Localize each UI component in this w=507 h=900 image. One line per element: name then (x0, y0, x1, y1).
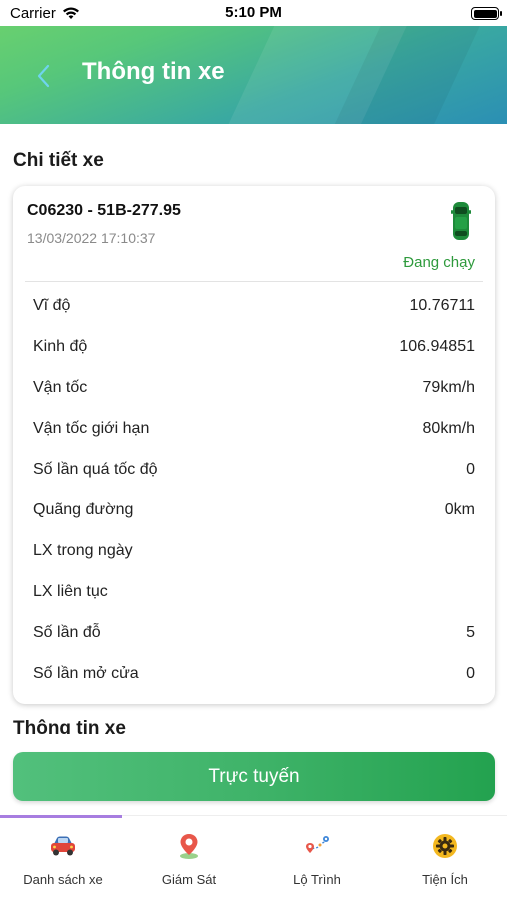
list-item: Vận tốc 79km/h (13, 368, 495, 409)
online-button-wrap: Trực tuyến (13, 752, 495, 801)
status-bar: Carrier 5:10 PM (0, 0, 507, 26)
row-value: 0 (466, 664, 475, 682)
status-time: 5:10 PM (225, 4, 282, 21)
list-item: Quãng đường 0km (13, 490, 495, 531)
tab-utilities[interactable]: Tiện Ích (382, 832, 507, 887)
list-item: Vận tốc giới hạn 80km/h (13, 408, 495, 449)
list-item: Vĩ độ 10.76711 (13, 286, 495, 327)
row-value: 106.94851 (399, 338, 475, 356)
row-value: 5 (466, 623, 475, 641)
chevron-left-icon (37, 64, 50, 88)
row-label: LX liên tục (33, 582, 108, 600)
row-value: 80km/h (422, 419, 475, 437)
list-item: LX trong ngày (13, 531, 495, 572)
tab-vehicle-list[interactable]: Danh sách xe (0, 832, 126, 887)
back-button[interactable] (30, 56, 60, 96)
gear-icon (433, 834, 457, 858)
row-value: 0 (466, 460, 475, 478)
row-label: Số lần quá tốc độ (33, 460, 158, 478)
section-title-info: Thông tin xe (13, 718, 126, 734)
list-item: Số lần quá tốc độ 0 (13, 449, 495, 490)
row-label: Vận tốc (33, 378, 88, 396)
list-item: Số lần đỗ 5 (13, 612, 495, 653)
page-title: Thông tin xe (82, 58, 225, 85)
car-icon (451, 202, 471, 240)
row-label: Số lần đỗ (33, 623, 101, 641)
tab-label: Lộ Trình (293, 872, 341, 887)
tab-label: Giám Sát (161, 872, 217, 887)
list-item: Kinh độ 106.94851 (13, 327, 495, 368)
row-value: 0km (444, 501, 475, 519)
nav-bar: Thông tin xe (0, 26, 507, 124)
map-pin-icon (180, 834, 198, 859)
tab-label: Danh sách xe (23, 872, 103, 887)
divider (25, 281, 483, 282)
row-value: 79km/h (422, 378, 475, 396)
online-button[interactable]: Trực tuyến (13, 752, 495, 801)
vehicle-id: C06230 - 51B-277.95 (27, 202, 181, 219)
section-title-detail: Chi tiết xe (13, 150, 104, 171)
list-item: Số lần mở cửa 0 (13, 653, 495, 694)
tab-label: Tiện Ích (422, 872, 468, 887)
vehicle-info-list: Vĩ độ 10.76711 Kinh độ 106.94851 Vận tốc 79… (13, 286, 495, 694)
vehicle-timestamp: 13/03/2022 17:10:37 (27, 230, 156, 246)
tab-active-indicator (0, 815, 122, 818)
row-label: Vận tốc giới hạn (33, 419, 150, 437)
vehicle-card: C06230 - 51B-277.95 13/03/2022 17:10:37 … (13, 186, 495, 704)
content-scroll[interactable]: Chi tiết xe C06230 - 51B-277.95 13/03/20… (0, 124, 507, 734)
tab-monitoring[interactable]: Giám Sát (126, 832, 252, 887)
route-icon (306, 836, 329, 853)
row-value: 10.76711 (409, 297, 475, 315)
row-label: Kinh độ (33, 338, 88, 356)
list-item: LX liên tục (13, 572, 495, 613)
row-label: Quãng đường (33, 501, 134, 519)
battery-icon (471, 7, 502, 20)
tab-bar: Danh sách xe Giám Sát Lộ Trình Tiện Ích (0, 815, 507, 900)
row-label: Số lần mở cửa (33, 664, 139, 682)
header: Carrier 5:10 PM Thông tin xe (0, 0, 507, 124)
row-label: Vĩ độ (33, 297, 71, 315)
status-badge: Đang chạy (403, 254, 475, 271)
tab-route[interactable]: Lộ Trình (254, 832, 380, 887)
row-label: LX trong ngày (33, 542, 133, 560)
car-list-icon (51, 836, 75, 856)
